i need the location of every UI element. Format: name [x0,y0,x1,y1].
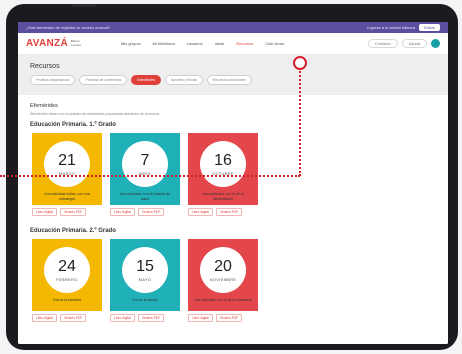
date-circle: 16 OCTUBRE [200,141,246,187]
date-circle: 7 ABRIL [122,141,168,187]
resource-tabs: Pruebas diagnósticas Pruebas de contenid… [30,75,436,85]
card-note: Día de la familia [132,298,158,302]
pdf-button[interactable]: Versión PDF [215,314,243,322]
date-circle: 15 MAYO [122,247,168,293]
tab-additional-resources[interactable]: Recursos adicionales [206,75,252,85]
card-note: Una actividad, con la de la alimentación [202,192,244,201]
main-nav: Mis grupos Mi biblioteca Usuarios Ideas … [121,41,284,46]
card-day: 24 [58,257,76,275]
card-month: FEBRERO [56,276,78,282]
tab-ephemerides[interactable]: Efemérides [131,75,161,85]
nav-item-reading-club[interactable]: Club lector [265,41,284,46]
card-banner[interactable]: 24 FEBRERO Día de la bandera [32,239,102,311]
card-month: MAYO [138,276,152,282]
page-title: Recursos [30,63,60,70]
avatar[interactable] [431,39,440,48]
page-area: Recursos Pruebas diagnósticas Pruebas de… [18,55,448,344]
promo-enter-button[interactable]: Entrar [419,24,440,31]
card-banner[interactable]: 16 OCTUBRE Una actividad, con la de la a… [188,133,258,205]
card-month: NOVIEMBRE [209,276,237,282]
card-day: 20 [214,257,232,275]
nav-item-resources[interactable]: Recursos [236,41,253,46]
annotation-target-ring [293,56,307,70]
pdf-button[interactable]: Versión PDF [137,314,165,322]
card-banner[interactable]: 21 MARZO Una actividad lúdica, con una e… [32,133,102,205]
section-title: Efemérides [30,103,58,109]
date-circle: 24 FEBRERO [44,247,90,293]
section-description: Efemérides ideas con un puñado de activi… [30,112,160,116]
grade-title: Educación Primaria. 2.º Grado [30,228,116,234]
annotation-line-vertical [299,68,301,176]
card-day: 16 [214,151,232,169]
promo-text: ¿Has terminado de registrar tu acceso av… [26,25,111,30]
digital-book-button[interactable]: Libro digital [110,208,135,216]
card-note: Día de la bandera [53,298,81,302]
digital-book-button[interactable]: Libro digital [110,314,135,322]
ephemeris-card: 15 MAYO Día de la familia Libro digital … [110,239,180,322]
digital-book-button[interactable]: Libro digital [32,314,57,322]
date-circle: 21 MARZO [44,141,90,187]
pdf-button[interactable]: Versión PDF [215,208,243,216]
card-banner[interactable]: 15 MAYO Día de la familia [110,239,180,311]
pdf-button[interactable]: Versión PDF [59,208,87,216]
date-circle: 20 NOVIEMBRE [200,247,246,293]
help-button[interactable]: Ayuda [401,39,427,48]
site-header: AVANZÁ Banco Leones Mis grupos Mi biblio… [18,33,448,55]
ephemeris-card: 24 FEBRERO Día de la bandera Libro digit… [32,239,102,322]
logo[interactable]: AVANZÁ [26,38,68,49]
grade-title: Educación Primaria. 1.º Grado [30,122,116,128]
card-note: Una actividad lúdica, con una estrategia [44,192,90,201]
digital-book-button[interactable]: Libro digital [188,314,213,322]
pdf-button[interactable]: Versión PDF [59,314,87,322]
tab-notes-sheets[interactable]: Apuntes y fichas [164,75,203,85]
nav-item-groups[interactable]: Mis grupos [121,41,141,46]
card-banner[interactable]: 20 NOVIEMBRE Una actividad, con la de la… [188,239,258,311]
nav-item-users[interactable]: Usuarios [187,41,203,46]
card-note: Una actividad, con la de la soberanía [194,298,252,302]
ephemeris-card: 20 NOVIEMBRE Una actividad, con la de la… [188,239,258,322]
tab-diagnostic-tests[interactable]: Pruebas diagnósticas [30,75,76,85]
card-note: Una actividad, con la materia de salud [120,192,170,201]
nav-item-library[interactable]: Mi biblioteca [153,41,175,46]
tablet-frame: ¿Has terminado de registrar tu acceso av… [6,4,458,350]
contact-button[interactable]: Contacto [367,39,398,48]
card-banner[interactable]: 7 ABRIL Una actividad, con la materia de… [110,133,180,205]
tablet-screen: ¿Has terminado de registrar tu acceso av… [18,22,448,344]
digital-book-button[interactable]: Libro digital [188,208,213,216]
nav-item-ideas[interactable]: Ideas [215,41,225,46]
promo-bar: ¿Has terminado de registrar tu acceso av… [18,22,448,33]
tab-content-tests[interactable]: Pruebas de contenidos [79,75,128,85]
card-day: 21 [58,151,76,169]
logo-subtitle: Banco Leones [70,39,81,47]
tablet-button [72,4,96,7]
stage: ¿Has terminado de registrar tu acceso av… [0,0,462,354]
annotation-line-horizontal [0,175,300,177]
card-row: 24 FEBRERO Día de la bandera Libro digit… [32,239,436,322]
content-panel: Efemérides Efemérides ideas con un puñad… [18,95,448,344]
promo-right-text: Ingresa a tu sesión Alianza [367,25,416,30]
card-day: 7 [140,151,150,169]
card-day: 15 [136,257,154,275]
pdf-button[interactable]: Versión PDF [137,208,165,216]
digital-book-button[interactable]: Libro digital [32,208,57,216]
